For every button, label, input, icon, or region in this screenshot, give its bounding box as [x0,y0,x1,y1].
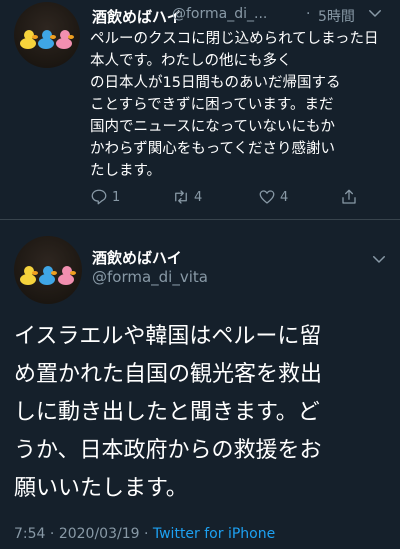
tweet-source-link[interactable]: Twitter for iPhone [153,526,275,542]
user-handle[interactable]: @forma_di_vita [92,268,208,286]
tweet-divider [0,219,400,220]
display-name[interactable]: 酒飲めばハイ [92,6,182,27]
like-count: 4 [280,189,289,205]
retweet-count: 4 [194,189,203,205]
separator-dot: · [49,526,55,542]
tweet-text: イスラエルや韓国はペルーに留 め置かれた自国の観光客を救出 しに動き出したと聞き… [14,324,323,501]
reply-icon [91,189,107,205]
separator-dot: · [306,6,311,22]
reply-button[interactable]: 1 [90,188,120,206]
display-name[interactable]: 酒飲めばハイ [92,247,182,268]
tweet-reply[interactable]: 酒飲めばハイ @forma_di_... · 5時間 ペルーのクスコに閉じ込めら… [10,0,390,218]
retweet-icon [175,190,187,204]
share-icon [342,189,356,204]
reply-count: 1 [112,189,121,205]
tweet-actions: 1 4 4 [90,188,390,212]
tweet-time[interactable]: 7:54 [14,526,45,542]
chevron-down-icon[interactable] [370,250,388,268]
chevron-down-icon[interactable] [366,4,384,22]
tweet-time[interactable]: 5時間 [318,6,355,26]
heart-icon [259,190,275,204]
avatar[interactable] [14,236,82,304]
tweet-date[interactable]: 2020/03/19 [59,526,140,542]
user-handle[interactable]: @forma_di_... [172,6,267,22]
tweet-meta: 7:54 · 2020/03/19 · Twitter for iPhone [14,526,275,542]
avatar[interactable] [14,2,80,68]
like-button[interactable]: 4 [258,188,288,206]
share-button[interactable] [340,188,362,206]
retweet-button[interactable]: 4 [172,188,202,206]
tweet-text: ペルーのクスコに閉じ込められてしまった日本人です。わたしの他にも多く の日本人が… [90,31,379,179]
separator-dot: · [143,526,149,542]
